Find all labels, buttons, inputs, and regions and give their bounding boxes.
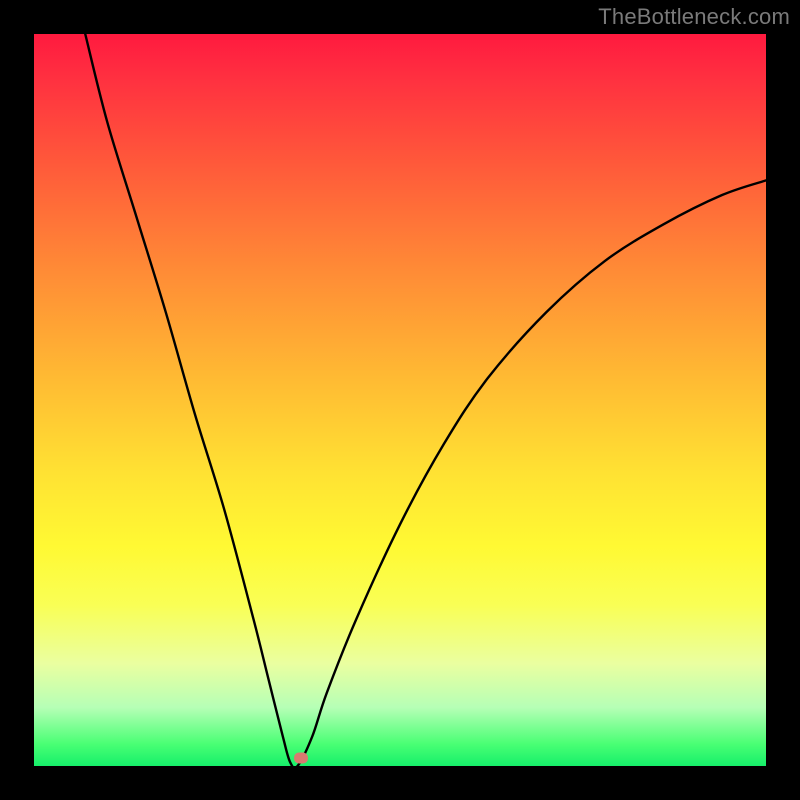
minimum-marker [294, 752, 308, 763]
bottleneck-curve [34, 34, 766, 766]
watermark-text: TheBottleneck.com [598, 4, 790, 30]
plot-area [34, 34, 766, 766]
chart-frame: TheBottleneck.com [0, 0, 800, 800]
